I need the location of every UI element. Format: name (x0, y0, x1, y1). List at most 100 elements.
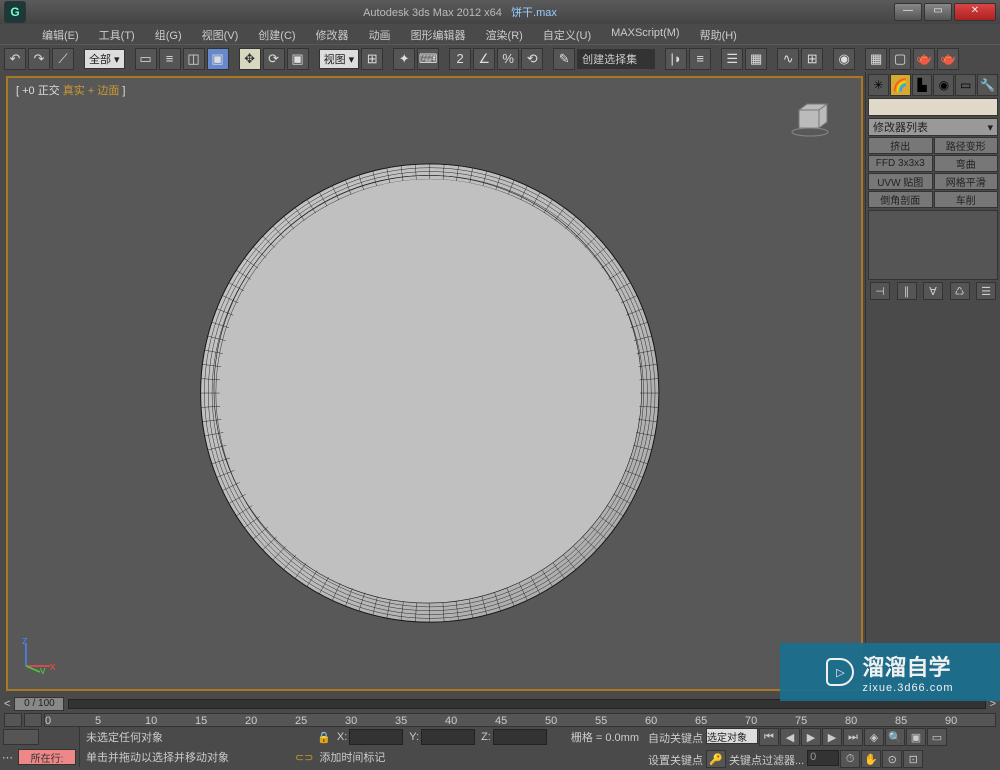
menu-rendering[interactable]: 渲染(R) (476, 24, 533, 44)
set-key-large-button[interactable]: 🔑 (706, 750, 726, 768)
add-time-tag-button[interactable]: 添加时间标记 (319, 749, 385, 765)
object-name-field[interactable] (868, 98, 998, 116)
auto-key-button[interactable]: 自动关键点 (646, 728, 705, 748)
pan-button[interactable]: ✋ (861, 750, 881, 768)
percent-snap-button[interactable]: % (497, 48, 519, 70)
ref-coord-dropdown[interactable]: 视图 ▾ (319, 49, 360, 69)
mod-button-ffd[interactable]: FFD 3x3x3 (868, 155, 933, 172)
maximize-button[interactable]: ▭ (924, 3, 952, 21)
app-logo-icon[interactable]: G (4, 1, 26, 23)
tab-utilities[interactable]: 🔧 (977, 74, 998, 96)
mod-button-extrude[interactable]: 挤出 (868, 137, 933, 154)
menu-grapheditors[interactable]: 图形编辑器 (401, 24, 476, 44)
pivot-center-button[interactable]: ⊞ (361, 48, 383, 70)
remove-modifier-button[interactable]: ♺ (950, 282, 970, 300)
angle-snap-button[interactable]: ∠ (473, 48, 495, 70)
zoom-extents-button[interactable]: ▭ (927, 728, 947, 746)
time-ruler[interactable]: 051015202530354045505560657075808590 (44, 713, 996, 727)
spinner-snap-button[interactable]: ⟲ (521, 48, 543, 70)
menu-edit[interactable]: 编辑(E) (32, 24, 89, 44)
curve-editor-button[interactable]: ∿ (777, 48, 799, 70)
time-config-button[interactable]: ⏱ (840, 750, 860, 768)
transform-z-input[interactable] (493, 729, 547, 745)
select-object-button[interactable]: ▭ (135, 48, 157, 70)
mod-button-lathe[interactable]: 车削 (934, 191, 999, 208)
prev-frame-button[interactable]: ◀ (780, 728, 800, 746)
time-slider-thumb[interactable]: 0 / 100 (14, 697, 64, 711)
layer-manager-button[interactable]: ☰ (721, 48, 743, 70)
viewcube[interactable] (789, 102, 831, 138)
pin-stack-button[interactable]: ⊣ (870, 282, 890, 300)
select-by-name-button[interactable]: ≡ (159, 48, 181, 70)
select-rotate-button[interactable]: ⟳ (263, 48, 285, 70)
modifier-stack[interactable] (868, 210, 998, 280)
maxscript-listener-button[interactable]: 所在行: (18, 749, 76, 765)
material-editor-button[interactable]: ◉ (833, 48, 855, 70)
transform-x-input[interactable] (349, 729, 403, 745)
minimize-button[interactable]: — (894, 3, 922, 21)
trackbar-key-button[interactable] (24, 713, 42, 727)
next-frame-button[interactable]: ▶ (822, 728, 842, 746)
select-region-button[interactable]: ◫ (183, 48, 205, 70)
mod-button-meshsmooth[interactable]: 网格平滑 (934, 173, 999, 190)
manipulate-button[interactable]: ✦ (393, 48, 415, 70)
lock-icon[interactable]: ⊂⊃ (295, 751, 313, 764)
max-viewport-button[interactable]: ⊡ (903, 750, 923, 768)
schematic-view-button[interactable]: ⊞ (801, 48, 823, 70)
mod-button-uvw[interactable]: UVW 贴图 (868, 173, 933, 190)
menu-customize[interactable]: 自定义(U) (533, 24, 601, 44)
tab-display[interactable]: ▭ (955, 74, 976, 96)
menu-view[interactable]: 视图(V) (192, 24, 249, 44)
menu-create[interactable]: 创建(C) (248, 24, 305, 44)
menu-animation[interactable]: 动画 (359, 24, 401, 44)
undo-button[interactable]: ↶ (4, 48, 26, 70)
select-scale-button[interactable]: ▣ (287, 48, 309, 70)
menu-tools[interactable]: 工具(T) (89, 24, 145, 44)
viewport-label[interactable]: [ +0 正交 真实 + 边面 ] (16, 82, 125, 98)
set-key-button[interactable]: 设置关键点 (646, 750, 705, 770)
named-selection-dropdown[interactable]: 创建选择集 (577, 49, 655, 69)
menu-modifiers[interactable]: 修改器 (306, 24, 359, 44)
keyboard-shortcut-button[interactable]: ⌨ (417, 48, 439, 70)
goto-end-button[interactable]: ⏭ (843, 728, 863, 746)
mirror-button[interactable]: |◗ (665, 48, 687, 70)
isolate-button[interactable]: ◈ (864, 728, 884, 746)
menu-maxscript[interactable]: MAXScript(M) (601, 24, 689, 44)
tab-modify[interactable]: 🌈 (890, 74, 911, 96)
graphite-tools-button[interactable]: ▦ (745, 48, 767, 70)
rendered-frame-button[interactable]: ▢ (889, 48, 911, 70)
show-end-result-button[interactable]: ∥ (897, 282, 917, 300)
key-target-dropdown[interactable]: 选定对象 (706, 728, 758, 744)
mod-button-bend[interactable]: 弯曲 (934, 155, 999, 172)
menu-help[interactable]: 帮助(H) (690, 24, 747, 44)
edit-selection-set-button[interactable]: ✎ (553, 48, 575, 70)
orbit-button[interactable]: ⊙ (882, 750, 902, 768)
tab-create[interactable]: ✳ (868, 74, 889, 96)
modifier-list-dropdown[interactable]: 修改器列表▾ (868, 118, 998, 136)
menu-group[interactable]: 组(G) (145, 24, 192, 44)
close-button[interactable]: ✕ (954, 3, 996, 21)
viewport-perspective[interactable]: [ +0 正交 真实 + 边面 ] (6, 76, 863, 691)
redo-button[interactable]: ↷ (28, 48, 50, 70)
mod-button-bevelprofile[interactable]: 倒角剖面 (868, 191, 933, 208)
zoom-button[interactable]: 🔍 (885, 728, 905, 746)
tab-motion[interactable]: ◉ (933, 74, 954, 96)
zoom-all-button[interactable]: ▣ (906, 728, 926, 746)
tab-hierarchy[interactable]: ▙ (912, 74, 933, 96)
goto-start-button[interactable]: ⏮ (759, 728, 779, 746)
render-iterative-button[interactable]: 🫖 (937, 48, 959, 70)
align-button[interactable]: ≡ (689, 48, 711, 70)
render-setup-button[interactable]: ▦ (865, 48, 887, 70)
mod-button-pathdeform[interactable]: 路径变形 (934, 137, 999, 154)
transform-y-input[interactable] (421, 729, 475, 745)
make-unique-button[interactable]: ∀ (923, 282, 943, 300)
snap-2d-button[interactable]: 2 (449, 48, 471, 70)
selection-lock-icon[interactable]: 🔒 (317, 731, 331, 744)
link-button[interactable]: ⟋ (52, 48, 74, 70)
selection-filter-dropdown[interactable]: 全部 ▾ (84, 49, 125, 69)
configure-sets-button[interactable]: ☰ (976, 282, 996, 300)
play-button[interactable]: ▶ (801, 728, 821, 746)
window-crossing-button[interactable]: ▣ (207, 48, 229, 70)
current-frame-input[interactable]: 0 (807, 750, 839, 766)
trackbar-open-button[interactable] (4, 713, 22, 727)
